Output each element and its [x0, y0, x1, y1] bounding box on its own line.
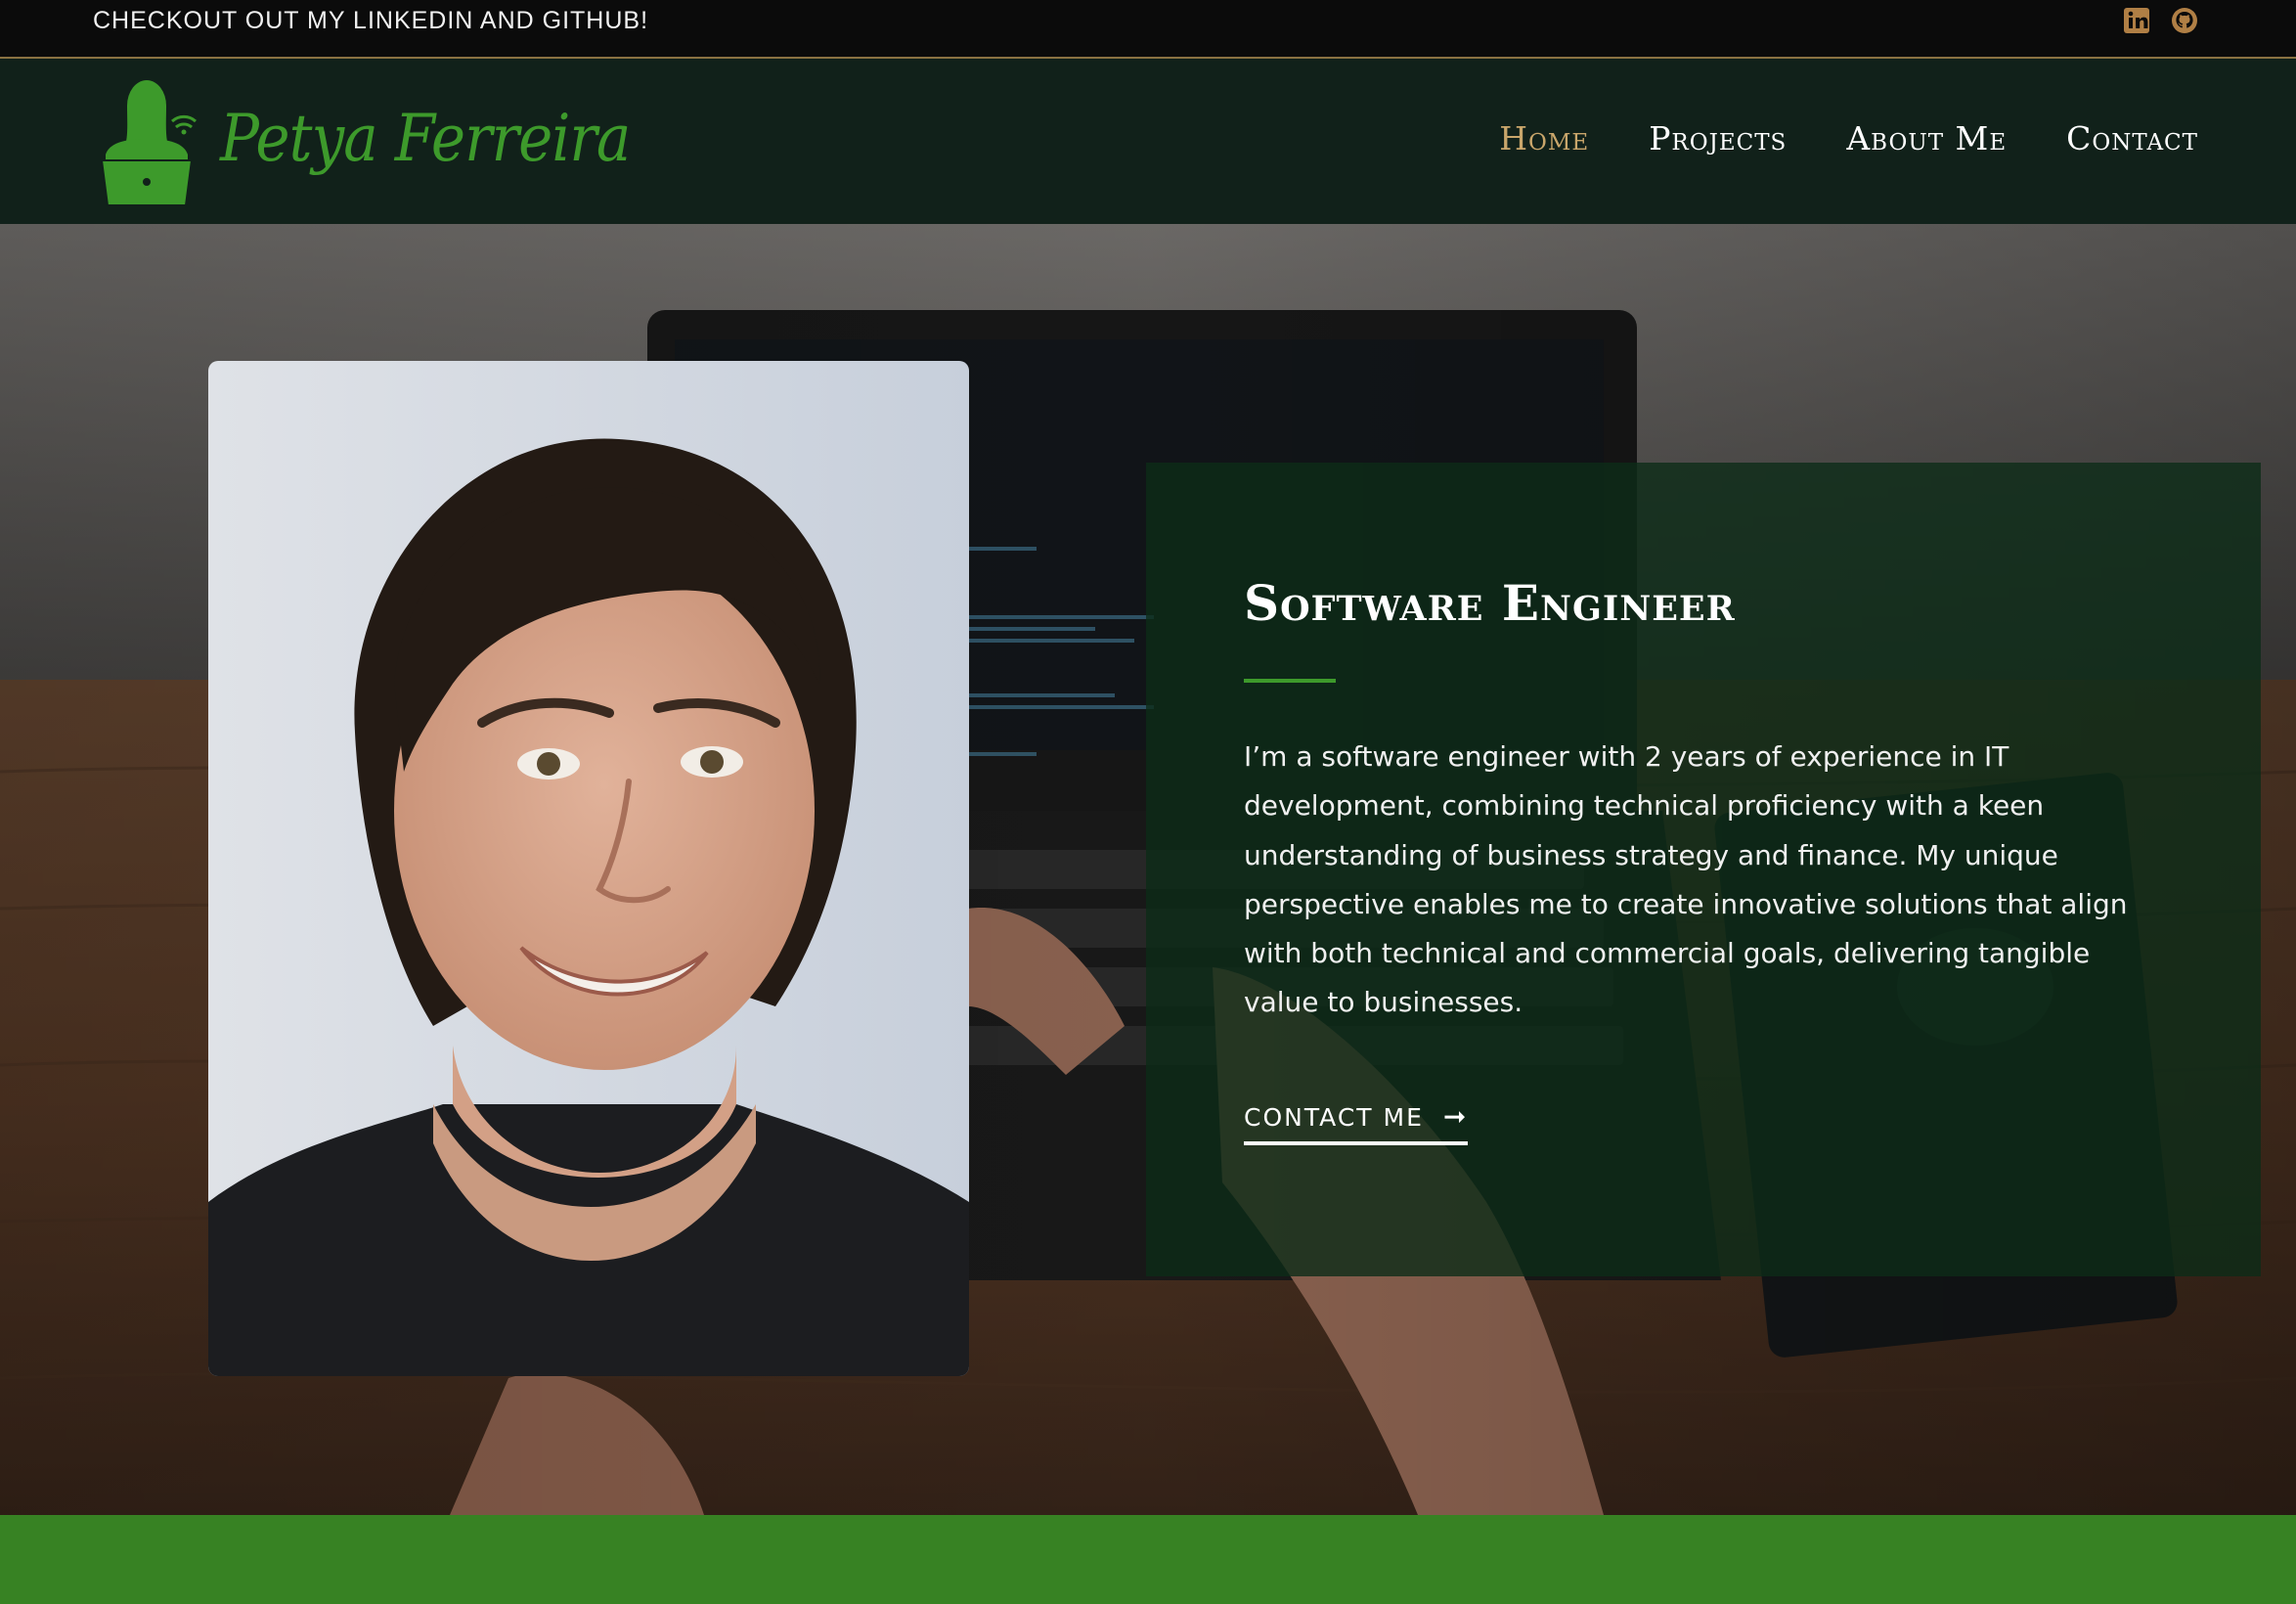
main-header: Petya Ferreira Home Projects About Me Co…: [0, 59, 2296, 224]
nav-item-contact[interactable]: Contact: [2066, 119, 2198, 158]
hero-section: Software Engineer I’m a software enginee…: [0, 224, 2296, 1515]
nav-item-about-me[interactable]: About Me: [1846, 119, 2007, 158]
logo-figure-icon[interactable]: [98, 76, 205, 207]
profile-photo: [208, 361, 969, 1376]
logo-text[interactable]: Petya Ferreira: [220, 100, 631, 178]
arrow-right-icon: ➞: [1442, 1100, 1469, 1133]
linkedin-icon[interactable]: [2122, 6, 2151, 35]
main-nav: Home Projects About Me Contact: [1499, 119, 2198, 158]
hero-title: Software Engineer: [1244, 574, 1736, 632]
title-underline: [1244, 679, 1336, 683]
top-announcement-bar: CHECKOUT OUT MY LINKEDIN AND GITHUB!: [0, 0, 2296, 59]
contact-me-button[interactable]: CONTACT ME ➞: [1244, 1098, 1469, 1145]
footer-band: [0, 1515, 2296, 1604]
announcement-text: CHECKOUT OUT MY LINKEDIN AND GITHUB!: [93, 7, 649, 34]
nav-item-home[interactable]: Home: [1499, 119, 1589, 158]
hero-description: I’m a software engineer with 2 years of …: [1244, 740, 2128, 1019]
nav-item-projects[interactable]: Projects: [1649, 119, 1787, 158]
github-icon[interactable]: [2170, 6, 2199, 35]
contact-me-label: CONTACT ME: [1244, 1102, 1424, 1132]
